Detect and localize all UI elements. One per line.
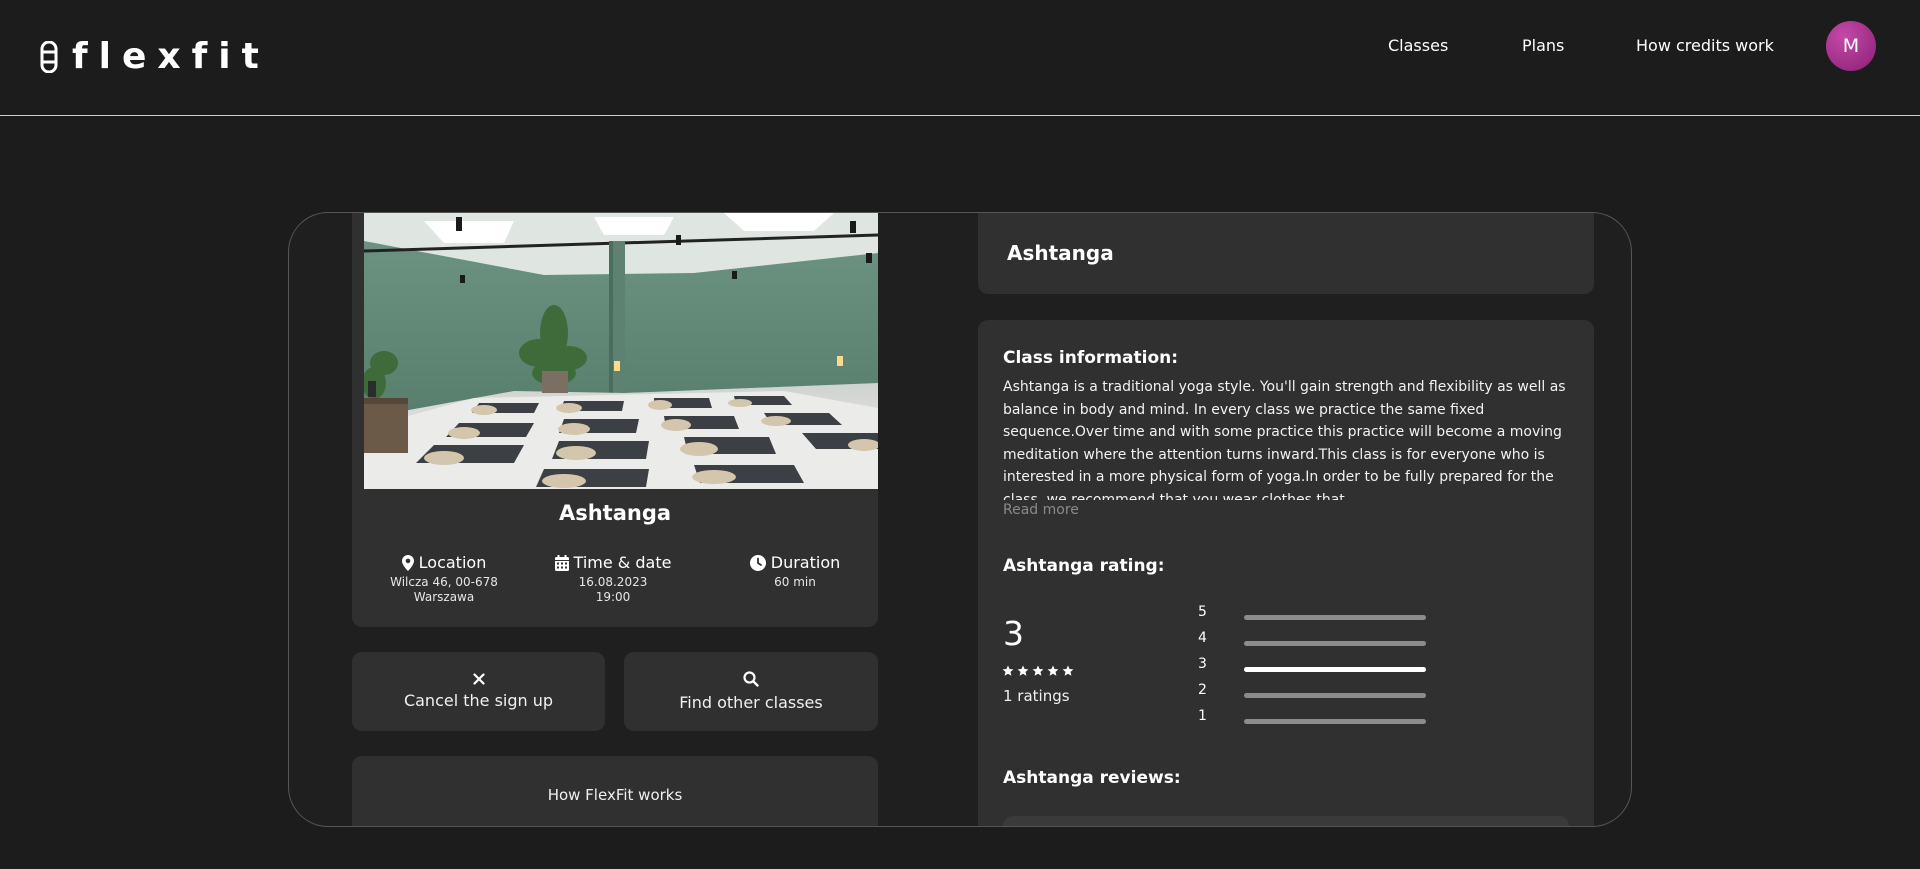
star-icon — [1002, 665, 1014, 676]
class-description: Ashtanga is a traditional yoga style. Yo… — [1003, 379, 1566, 500]
location-city: Warszawa — [413, 590, 475, 604]
duration-value: 60 min — [774, 575, 816, 589]
duration-label: Duration — [770, 553, 841, 572]
location-label: Location — [418, 553, 487, 572]
clock-icon — [749, 554, 766, 571]
rating-row-label: 5 — [1198, 604, 1207, 620]
logo-mark-icon — [40, 40, 58, 73]
rating-row-2: 2 — [1198, 682, 1438, 708]
rating-row-5: 5 — [1198, 604, 1438, 630]
class-summary-panel: Ashtanga Location Wilcza 46, 00-678 Wars… — [352, 213, 878, 627]
nav-link-how-credits-work[interactable]: How credits work — [1636, 36, 1774, 55]
user-avatar[interactable]: M — [1826, 21, 1876, 71]
find-other-classes-label: Find other classes — [679, 693, 823, 712]
studio-photo — [364, 213, 878, 489]
rating-bar-track — [1244, 667, 1426, 672]
how-flexfit-works-label: How FlexFit works — [547, 786, 683, 804]
class-information-panel: Class information: Ashtanga is a traditi… — [978, 320, 1594, 826]
rating-bar-track — [1244, 641, 1426, 646]
rating-row-label: 2 — [1198, 682, 1207, 698]
rating-row-label: 1 — [1198, 708, 1207, 724]
rating-bar-track — [1244, 615, 1426, 620]
class-name: Ashtanga — [1007, 241, 1114, 265]
class-detail-card: Ashtanga Location Wilcza 46, 00-678 Wars… — [288, 212, 1632, 827]
class-date: 16.08.2023 — [578, 575, 648, 589]
review-card — [1003, 816, 1569, 826]
rating-stars — [1002, 665, 1074, 677]
close-icon — [472, 673, 485, 685]
rating-bar-track — [1244, 693, 1426, 698]
rating-bar-fill — [1244, 667, 1426, 672]
read-more-link[interactable]: Read more — [1003, 502, 1079, 518]
location-info: Location Wilcza 46, 00-678 Warszawa — [379, 553, 509, 605]
rating-row-4: 4 — [1198, 630, 1438, 656]
class-name-header: Ashtanga — [978, 213, 1594, 294]
star-icon — [1047, 665, 1059, 676]
flexfit-logo[interactable]: flexfit — [40, 36, 270, 77]
nav-link-plans[interactable]: Plans — [1522, 36, 1564, 55]
cancel-sign-up-label: Cancel the sign up — [403, 691, 554, 710]
find-other-classes-button[interactable]: Find other classes — [624, 652, 878, 731]
rating-heading: Ashtanga rating: — [1003, 556, 1165, 576]
rating-bar-track — [1244, 719, 1426, 724]
ratings-count: 1 ratings — [1003, 687, 1070, 705]
star-icon — [1017, 665, 1029, 676]
how-flexfit-works-link[interactable]: How FlexFit works — [352, 756, 878, 826]
rating-row-3: 3 — [1198, 656, 1438, 682]
star-icon — [1032, 665, 1044, 676]
logo-text: flexfit — [72, 36, 270, 77]
duration-info: Duration 60 min — [730, 553, 860, 590]
calendar-icon — [554, 554, 569, 571]
search-icon — [743, 671, 759, 687]
star-icon — [1062, 665, 1074, 676]
reviews-heading: Ashtanga reviews: — [1003, 768, 1181, 788]
rating-row-label: 4 — [1198, 630, 1207, 646]
class-time: 19:00 — [595, 590, 631, 604]
average-rating: 3 — [1003, 614, 1024, 653]
nav-link-classes[interactable]: Classes — [1388, 36, 1448, 55]
location-address: Wilcza 46, 00-678 — [390, 575, 498, 589]
rating-row-label: 3 — [1198, 656, 1207, 672]
class-title: Ashtanga — [558, 501, 672, 525]
time-date-info: Time & date 16.08.2023 19:00 — [548, 553, 678, 605]
class-information-heading: Class information: — [1003, 348, 1179, 368]
cancel-sign-up-button[interactable]: Cancel the sign up — [352, 652, 605, 731]
rating-row-1: 1 — [1198, 708, 1438, 734]
top-navigation-bar: flexfit Classes Plans How credits work M — [0, 0, 1920, 116]
time-date-label: Time & date — [573, 553, 672, 572]
map-pin-icon — [401, 554, 414, 571]
